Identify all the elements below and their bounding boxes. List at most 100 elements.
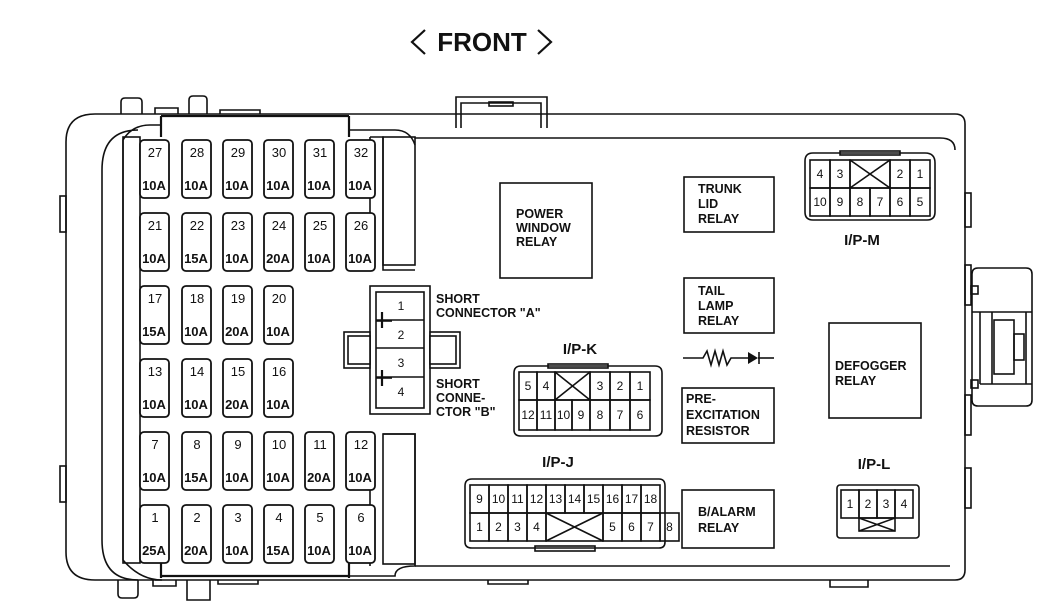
connector-pin: 8: [597, 408, 604, 422]
fuse-27: 27 10A: [139, 139, 170, 199]
fuse-number: 7: [151, 437, 158, 452]
fuse-rating: 10A: [307, 543, 331, 558]
fuse-number: 4: [275, 510, 282, 525]
fuse-number: 22: [190, 218, 204, 233]
fuse-number: 9: [234, 437, 241, 452]
short-connector: 1 2 3 4 SHORT CONNECTOR "A" SHORT CONNE-…: [343, 285, 541, 419]
b-alarm-relay: B/ALARM RELAY: [681, 489, 775, 549]
trunk-lid-relay-label-1: TRUNK: [698, 182, 742, 196]
fuse-1: 1 25A: [139, 504, 170, 564]
fuse-number: 2: [193, 510, 200, 525]
defogger-relay-label-1: DEFOGGER: [835, 359, 907, 373]
connector-pin: 10: [492, 492, 506, 506]
power-window-relay-label-2: WINDOW: [516, 221, 571, 235]
fuse-20: 20 10A: [263, 285, 294, 345]
short-pin-4: 4: [398, 385, 405, 399]
fuse-15: 15 20A: [222, 358, 253, 418]
fuse-number: 16: [272, 364, 286, 379]
fuse-number: 11: [313, 437, 327, 452]
connector-pin: 11: [511, 492, 524, 506]
fuse-rating: 10A: [142, 397, 166, 412]
fuse-rating: 20A: [225, 397, 249, 412]
trunk-lid-relay-label-3: RELAY: [698, 212, 740, 226]
fuse-3: 3 10A: [222, 504, 253, 564]
fuse-rating: 15A: [184, 470, 208, 485]
ip-j-title: I/P-J: [542, 454, 574, 471]
fuse-7: 7 10A: [139, 431, 170, 491]
fuse-rating: 10A: [184, 324, 208, 339]
connector-ip-j: I/P-J 9 10 11 12 13 14 15 16 17 181 2 3 4 5 6 7 8: [464, 454, 680, 552]
short-connector-a-label-2: CONNECTOR "A": [436, 306, 541, 320]
connector-pin: 2: [495, 520, 502, 534]
fuse-16: 16 10A: [263, 358, 294, 418]
fuse-18: 18 10A: [181, 285, 212, 345]
fuse-21: 21 10A: [139, 212, 170, 272]
fuse-rating: 10A: [225, 543, 249, 558]
connector-pin: 6: [637, 408, 644, 422]
fuse-rating: 10A: [348, 543, 372, 558]
ip-k-title: I/P-K: [563, 341, 597, 358]
connector-pin: 4: [901, 497, 908, 511]
fuse-rating: 20A: [184, 543, 208, 558]
fuse-rating: 10A: [266, 470, 290, 485]
fuse-number: 12: [354, 437, 368, 452]
connector-pin: 9: [837, 195, 844, 209]
ip-m-title: I/P-M: [844, 232, 880, 249]
connector-pin: 1: [917, 167, 924, 181]
connector-pin: 12: [521, 408, 535, 422]
trunk-lid-relay-label-2: LID: [698, 197, 718, 211]
tail-lamp-relay-label-3: RELAY: [698, 314, 740, 328]
short-pin-3: 3: [398, 356, 405, 370]
fuse-number: 28: [190, 145, 204, 160]
fuse-number: 17: [148, 291, 162, 306]
fuse-rating: 20A: [225, 324, 249, 339]
b-alarm-relay-label-2: RELAY: [698, 521, 740, 535]
fuse-number: 3: [234, 510, 241, 525]
fuse-number: 26: [354, 218, 368, 233]
short-connector-b-label-1: SHORT: [436, 377, 480, 391]
fuse-rating: 10A: [184, 178, 208, 193]
fuse-31: 31 10A: [304, 139, 335, 199]
fuse-13: 13 10A: [139, 358, 170, 418]
connector-pin: 4: [543, 379, 550, 393]
fuse-number: 29: [231, 145, 245, 160]
connector-pin: 1: [847, 497, 854, 511]
fuse-19: 19 20A: [222, 285, 253, 345]
connector-pin: 10: [557, 408, 571, 422]
tail-lamp-relay-label-1: TAIL: [698, 284, 725, 298]
fuse-rating: 10A: [348, 251, 372, 266]
short-connector-b-label-2: CONNE-: [436, 391, 485, 405]
fuse-rating: 10A: [266, 178, 290, 193]
connector-ip-m: I/P-M 4 3 2 1 10 9 8 7 6 5: [804, 150, 936, 249]
fuse-number: 18: [190, 291, 204, 306]
connector-ip-k: I/P-K 5 4 3 2 1 12 11 10 9 8 7 6: [513, 341, 663, 437]
power-window-relay-label-3: RELAY: [516, 235, 558, 249]
connector-pin: 1: [476, 520, 483, 534]
connector-pin: 9: [476, 492, 483, 506]
fuse-number: 32: [354, 145, 368, 160]
fuse-12: 12 10A: [345, 431, 376, 491]
short-pin-2: 2: [398, 328, 405, 342]
connector-ip-l: I/P-L 1234: [836, 456, 920, 539]
fuse-number: 20: [272, 291, 286, 306]
side-connector: [970, 267, 1033, 407]
fuse-rating: 20A: [307, 470, 331, 485]
fuse-28: 28 10A: [181, 139, 212, 199]
connector-pin: 9: [578, 408, 585, 422]
fuse-number: 27: [148, 145, 162, 160]
connector-pin: 8: [857, 195, 864, 209]
connector-pin: 10: [813, 195, 827, 209]
connector-pin: 3: [883, 497, 890, 511]
fuse-rating: 20A: [266, 251, 290, 266]
connector-pin: 17: [625, 492, 639, 506]
pre-excitation-label-2: EXCITATION: [686, 408, 760, 422]
fuse-number: 30: [272, 145, 286, 160]
fuse-9: 9 10A: [222, 431, 253, 491]
power-window-relay: POWER WINDOW RELAY: [499, 182, 593, 279]
fuse-rating: 25A: [142, 543, 166, 558]
fuse-rating: 15A: [142, 324, 166, 339]
fuse-rating: 10A: [142, 470, 166, 485]
ip-l-title: I/P-L: [858, 456, 891, 473]
trunk-lid-relay: TRUNK LID RELAY: [683, 176, 775, 233]
connector-pin: 6: [628, 520, 635, 534]
